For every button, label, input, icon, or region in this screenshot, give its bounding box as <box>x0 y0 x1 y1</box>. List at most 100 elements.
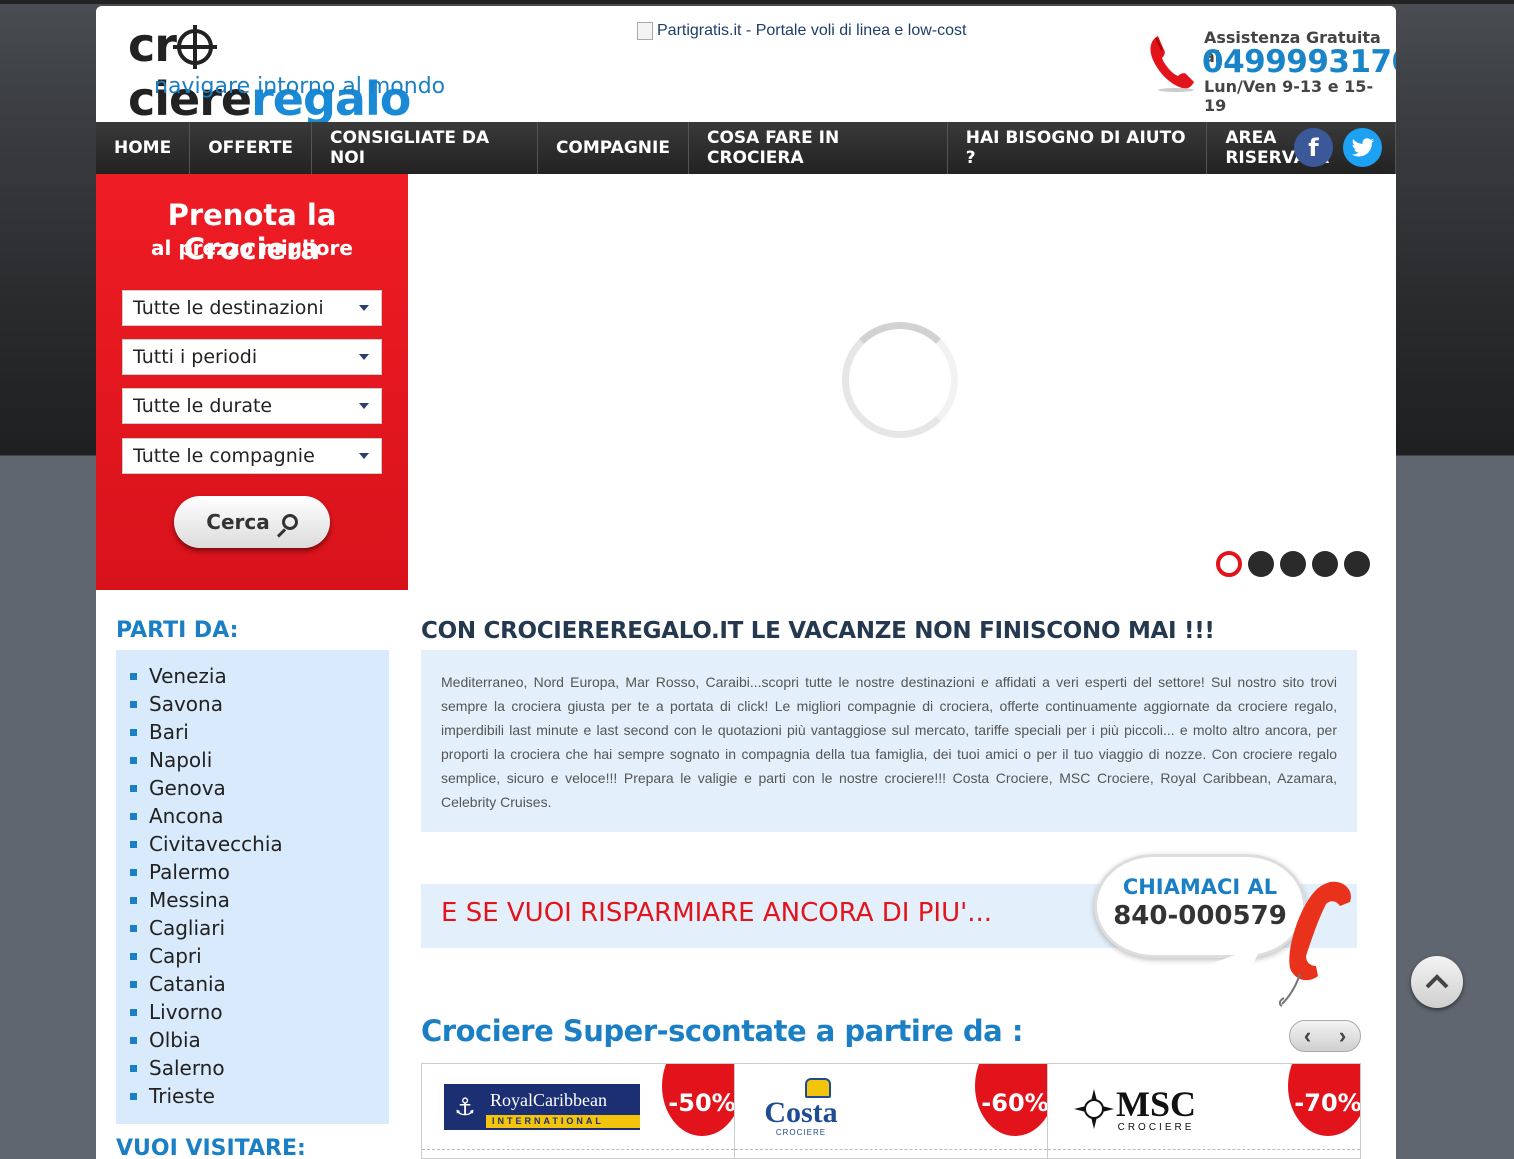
bullet-icon <box>130 924 137 932</box>
nav-item-consigliate[interactable]: CONSIGLIATE DA NOI <box>312 122 538 174</box>
list-item[interactable]: Bari <box>116 718 389 746</box>
list-item[interactable]: Messina <box>116 886 389 914</box>
chevron-down-icon <box>359 403 369 409</box>
visit-title: VUOI VISITARE: <box>116 1136 306 1159</box>
duration-select-value: Tutte le durate <box>133 395 273 417</box>
list-item-label: Palermo <box>149 860 230 884</box>
list-item[interactable]: Genova <box>116 774 389 802</box>
list-item-label: Messina <box>149 888 230 912</box>
list-item[interactable]: Savona <box>116 690 389 718</box>
departures-title: PARTI DA: <box>116 618 239 643</box>
facebook-icon[interactable]: f <box>1294 128 1333 167</box>
slider-dot[interactable] <box>1344 551 1370 577</box>
slider-pagination <box>1216 551 1370 577</box>
list-item-label: Olbia <box>149 1028 201 1052</box>
deals-title: Crociere Super-scontate a partire da : <box>421 1014 1023 1048</box>
top-strip <box>0 0 1514 4</box>
bullet-icon <box>130 784 137 792</box>
list-item[interactable]: Palermo <box>116 858 389 886</box>
nav-item-compagnie[interactable]: COMPAGNIE <box>538 122 689 174</box>
site-logo[interactable]: crciereregalo navigare intorno al mondo <box>128 18 488 126</box>
period-select-value: Tutti i periodi <box>133 346 258 368</box>
search-subtitle: al prezzo migliore <box>151 236 353 260</box>
assistance-box: Assistenza Gratuita al 0499993170 Lun/Ve… <box>1146 26 1396 115</box>
chevron-right-icon[interactable]: › <box>1325 1021 1360 1051</box>
partner-banner[interactable]: Partigratis.it - Portale voli di linea e… <box>637 22 966 40</box>
main-navigation: HOME OFFERTE CONSIGLIATE DA NOI COMPAGNI… <box>96 122 1396 174</box>
brand-name: Costa <box>764 1096 838 1129</box>
bullet-icon <box>130 868 137 876</box>
brand-subtitle: CROCIERE <box>775 1128 827 1137</box>
chevron-left-icon[interactable]: ‹ <box>1290 1021 1325 1051</box>
nav-item-offerte[interactable]: OFFERTE <box>190 122 313 174</box>
divider <box>422 1149 734 1150</box>
list-item[interactable]: Ancona <box>116 802 389 830</box>
company-select[interactable]: Tutte le compagnie <box>122 438 382 474</box>
list-item-label: Trieste <box>149 1084 215 1108</box>
bullet-icon <box>130 1064 137 1072</box>
deals-carousel: ⚓ RoyalCaribbean INTERNATIONAL -50% Cost… <box>421 1063 1361 1159</box>
logo-text-part: cr <box>128 18 177 72</box>
loading-spinner-icon <box>842 322 958 438</box>
list-item[interactable]: Napoli <box>116 746 389 774</box>
bullet-icon <box>130 1008 137 1016</box>
page-container: crciereregalo navigare intorno al mondo … <box>96 6 1396 1159</box>
search-button-label: Cerca <box>206 510 270 534</box>
bullet-icon <box>130 1036 137 1044</box>
twitter-icon[interactable] <box>1343 128 1382 167</box>
nav-item-home[interactable]: HOME <box>96 122 191 174</box>
departures-list: Venezia Savona Bari Napoli Genova Ancona… <box>116 650 389 1124</box>
logo-tagline: navigare intorno al mondo <box>154 74 446 99</box>
slider-dot[interactable] <box>1280 551 1306 577</box>
assistance-phone-number[interactable]: 0499993170 <box>1202 44 1396 80</box>
back-to-top-button[interactable] <box>1411 956 1463 1008</box>
slider-dot[interactable] <box>1312 551 1338 577</box>
slider-dot[interactable] <box>1216 551 1242 577</box>
chevron-down-icon <box>359 453 369 459</box>
list-item[interactable]: Cagliari <box>116 914 389 942</box>
deal-card[interactable]: ⚓ RoyalCaribbean INTERNATIONAL -50% <box>422 1064 735 1158</box>
list-item[interactable]: Livorno <box>116 998 389 1026</box>
bullet-icon <box>130 700 137 708</box>
list-item[interactable]: Trieste <box>116 1082 389 1110</box>
list-item-label: Ancona <box>149 804 224 828</box>
list-item[interactable]: Catania <box>116 970 389 998</box>
list-item-label: Bari <box>149 720 189 744</box>
deal-card[interactable]: MSC CROCIERE -70% <box>1048 1064 1360 1158</box>
funnel-icon <box>805 1078 831 1098</box>
cruise-search-form: Prenota la Crociera al prezzo migliore T… <box>96 174 408 590</box>
list-item-label: Catania <box>149 972 226 996</box>
social-links: f <box>1294 128 1382 167</box>
slider-dot[interactable] <box>1248 551 1274 577</box>
divider <box>1048 1149 1360 1150</box>
list-item-label: Cagliari <box>149 916 226 940</box>
list-item[interactable]: Civitavecchia <box>116 830 389 858</box>
savings-text: E SE VUOI RISPARMIARE ANCORA DI PIU'... <box>441 898 993 928</box>
period-select[interactable]: Tutti i periodi <box>122 339 382 375</box>
deal-card[interactable]: Costa CROCIERE -60% <box>735 1064 1048 1158</box>
bullet-icon <box>130 840 137 848</box>
bullet-icon <box>130 812 137 820</box>
destination-select-value: Tutte le destinazioni <box>133 297 324 319</box>
company-select-value: Tutte le compagnie <box>133 445 315 467</box>
list-item[interactable]: Capri <box>116 942 389 970</box>
broken-image-icon <box>637 22 653 40</box>
search-button[interactable]: Cerca <box>174 496 330 548</box>
destination-select[interactable]: Tutte le destinazioni <box>122 290 382 326</box>
compass-rose-icon <box>1074 1089 1114 1129</box>
list-item[interactable]: Olbia <box>116 1026 389 1054</box>
duration-select[interactable]: Tutte le durate <box>122 388 382 424</box>
crown-anchor-icon: ⚓ <box>444 1084 486 1130</box>
header: crciereregalo navigare intorno al mondo … <box>96 6 1396 126</box>
nav-item-cosa-fare[interactable]: COSA FARE IN CROCIERA <box>689 122 948 174</box>
logo-wordmark: crciereregalo <box>128 18 488 126</box>
list-item-label: Civitavecchia <box>149 832 283 856</box>
list-item[interactable]: Salerno <box>116 1054 389 1082</box>
assistance-hours: Lun/Ven 9-13 e 15-19 <box>1204 77 1374 115</box>
nav-item-aiuto[interactable]: HAI BISOGNO DI AIUTO ? <box>948 122 1208 174</box>
discount-badge: -70% <box>1288 1064 1360 1136</box>
msc-logo: MSC CROCIERE <box>1072 1084 1232 1134</box>
bullet-icon <box>130 952 137 960</box>
bullet-icon <box>130 1092 137 1100</box>
list-item[interactable]: Venezia <box>116 662 389 690</box>
